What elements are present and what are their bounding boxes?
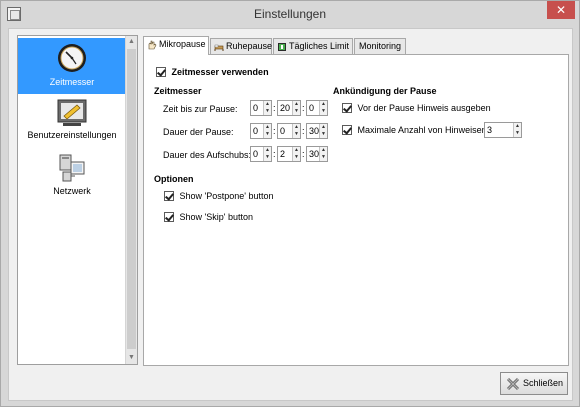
max-hints-label: Maximale Anzahl von Hinweisen: xyxy=(357,124,490,135)
options-heading: Optionen xyxy=(154,174,194,184)
network-icon xyxy=(59,154,85,182)
hand-icon xyxy=(148,40,157,49)
skip-label: Show 'Skip' button xyxy=(179,211,253,222)
sidebar-item-zeitmesser[interactable]: Zeitmesser xyxy=(18,38,126,94)
close-button-label: Schließen xyxy=(523,378,564,388)
mikropause-panel: Zeitmesser verwenden Zeitmesser Zeit bis… xyxy=(143,54,569,366)
tab-label: Monitoring xyxy=(359,41,402,51)
row-label: Dauer der Pause: xyxy=(163,127,234,137)
sidebar-item-label: Zeitmesser xyxy=(49,77,95,87)
minutes-spinner[interactable]: 0 ▲ ▼ xyxy=(277,123,301,139)
window-close-button[interactable]: ✕ xyxy=(547,1,575,19)
tab-taegliches-limit[interactable]: Tägliches Limit xyxy=(273,38,353,54)
seconds-spinner[interactable]: 30 ▲ ▼ xyxy=(306,146,328,162)
use-timer-checkbox-row[interactable]: Zeitmesser verwenden xyxy=(156,66,269,77)
sidebar-item-benutzereinstellungen[interactable]: Benutzereinstellungen xyxy=(18,96,126,146)
clock-icon xyxy=(58,44,86,72)
sidebar-item-label: Benutzereinstellungen xyxy=(27,130,117,140)
announcement-heading: Ankündigung der Pause xyxy=(333,86,437,96)
use-timer-checkbox[interactable] xyxy=(156,66,166,77)
row-label: Zeit bis zur Pause: xyxy=(163,104,238,114)
hours-spinner[interactable]: 0 ▲ ▼ xyxy=(250,146,272,162)
scroll-down-icon[interactable]: ▼ xyxy=(126,352,137,364)
bed-icon xyxy=(214,44,224,51)
row-label: Dauer des Aufschubs: xyxy=(163,150,252,160)
max-hints-row[interactable]: Maximale Anzahl von Hinweisen: xyxy=(342,124,489,135)
minutes-spinner[interactable]: 20 ▲ ▼ xyxy=(277,100,301,116)
window-title: Einstellungen xyxy=(253,7,327,21)
scroll-up-icon[interactable]: ▲ xyxy=(126,36,137,48)
max-hints-spinner[interactable]: 3 ▲ ▼ xyxy=(484,122,522,138)
limit-icon xyxy=(278,42,286,51)
use-timer-label: Zeitmesser verwenden xyxy=(171,66,269,77)
skip-checkbox[interactable] xyxy=(164,211,174,222)
tab-label: Tägliches Limit xyxy=(289,41,350,51)
timer-heading: Zeitmesser xyxy=(154,86,202,96)
close-dialog-button[interactable]: Schließen xyxy=(500,372,568,395)
tab-ruhepause[interactable]: Ruhepause xyxy=(210,38,272,54)
tab-mikropause[interactable]: Mikropause xyxy=(143,36,209,55)
settings-window: Einstellungen ✕ Zeitmesser Benutzereinst… xyxy=(0,0,580,407)
hours-spinner[interactable]: 0 ▲ ▼ xyxy=(250,100,272,116)
tab-label: Mikropause xyxy=(159,39,206,49)
show-hint-row[interactable]: Vor der Pause Hinweis ausgeben xyxy=(342,102,491,113)
user-settings-icon xyxy=(57,99,87,126)
tab-monitoring[interactable]: Monitoring xyxy=(354,38,406,54)
show-hint-checkbox[interactable] xyxy=(342,102,352,113)
sidebar-item-netzwerk[interactable]: Netzwerk xyxy=(18,152,126,202)
sidebar-scrollbar[interactable]: ▲ ▼ xyxy=(125,36,137,364)
postpone-checkbox[interactable] xyxy=(164,190,174,201)
category-list: Zeitmesser Benutzereinstellungen Netzwer… xyxy=(17,35,138,365)
scroll-thumb[interactable] xyxy=(127,49,136,349)
dialog-content: Zeitmesser Benutzereinstellungen Netzwer… xyxy=(8,28,573,401)
title-bar: Einstellungen ✕ xyxy=(1,1,579,28)
sidebar-item-label: Netzwerk xyxy=(53,186,91,196)
postpone-label: Show 'Postpone' button xyxy=(179,190,274,201)
postpone-row[interactable]: Show 'Postpone' button xyxy=(164,190,274,201)
max-hints-checkbox[interactable] xyxy=(342,124,352,135)
show-hint-label: Vor der Pause Hinweis ausgeben xyxy=(357,102,491,113)
tab-label: Ruhepause xyxy=(226,41,273,51)
seconds-spinner[interactable]: 30 ▲ ▼ xyxy=(306,123,328,139)
seconds-spinner[interactable]: 0 ▲ ▼ xyxy=(306,100,328,116)
minutes-spinner[interactable]: 2 ▲ ▼ xyxy=(277,146,301,162)
hours-spinner[interactable]: 0 ▲ ▼ xyxy=(250,123,272,139)
close-x-icon xyxy=(506,377,520,391)
skip-row[interactable]: Show 'Skip' button xyxy=(164,211,253,222)
